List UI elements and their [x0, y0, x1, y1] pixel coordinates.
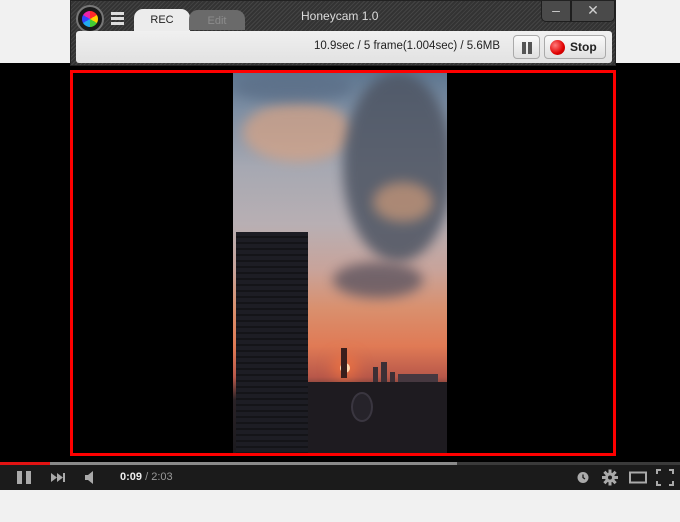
next-icon: [51, 473, 65, 482]
volume-button[interactable]: [82, 465, 100, 490]
current-time: 0:09: [120, 471, 143, 483]
stop-button[interactable]: Stop: [544, 35, 606, 59]
window-title: Honeycam 1.0: [301, 9, 379, 23]
settings-button[interactable]: [600, 465, 620, 490]
time-display: 0:09 / 2:03: [120, 471, 173, 483]
recording-panel: 10.9sec / 5 frame(1.004sec) / 5.6MB Stop: [76, 31, 612, 63]
tab-edit[interactable]: Edit: [189, 10, 245, 30]
minimize-button[interactable]: –: [541, 1, 571, 22]
duration: 2:03: [151, 471, 173, 483]
stop-label: Stop: [570, 40, 597, 54]
record-dot-icon: [550, 40, 565, 55]
recording-status: 10.9sec / 5 frame(1.004sec) / 5.6MB: [313, 40, 500, 52]
tab-rec[interactable]: REC: [134, 9, 190, 31]
fullscreen-icon: [656, 469, 674, 486]
theater-icon: [629, 471, 647, 484]
menu-icon[interactable]: [111, 12, 124, 25]
volume-icon: [85, 471, 93, 484]
time-separator: /: [142, 471, 152, 483]
recording-region-outline[interactable]: [70, 70, 616, 456]
fullscreen-button[interactable]: [655, 465, 675, 490]
pause-recording-button[interactable]: [513, 35, 540, 59]
honeycam-logo-icon[interactable]: [76, 5, 104, 33]
gear-icon: [602, 469, 618, 486]
theater-mode-button[interactable]: [628, 465, 648, 490]
close-button[interactable]: ✕: [571, 1, 615, 22]
watch-later-button[interactable]: [574, 465, 592, 490]
pause-icon: [17, 471, 31, 484]
player-controls: 0:09 / 2:03: [0, 465, 680, 490]
next-button[interactable]: [48, 465, 70, 490]
pause-button[interactable]: [14, 465, 36, 490]
clock-icon: [577, 472, 589, 483]
honeycam-window: REC Edit Honeycam 1.0 – ✕ 10.9sec / 5 fr…: [70, 0, 616, 66]
